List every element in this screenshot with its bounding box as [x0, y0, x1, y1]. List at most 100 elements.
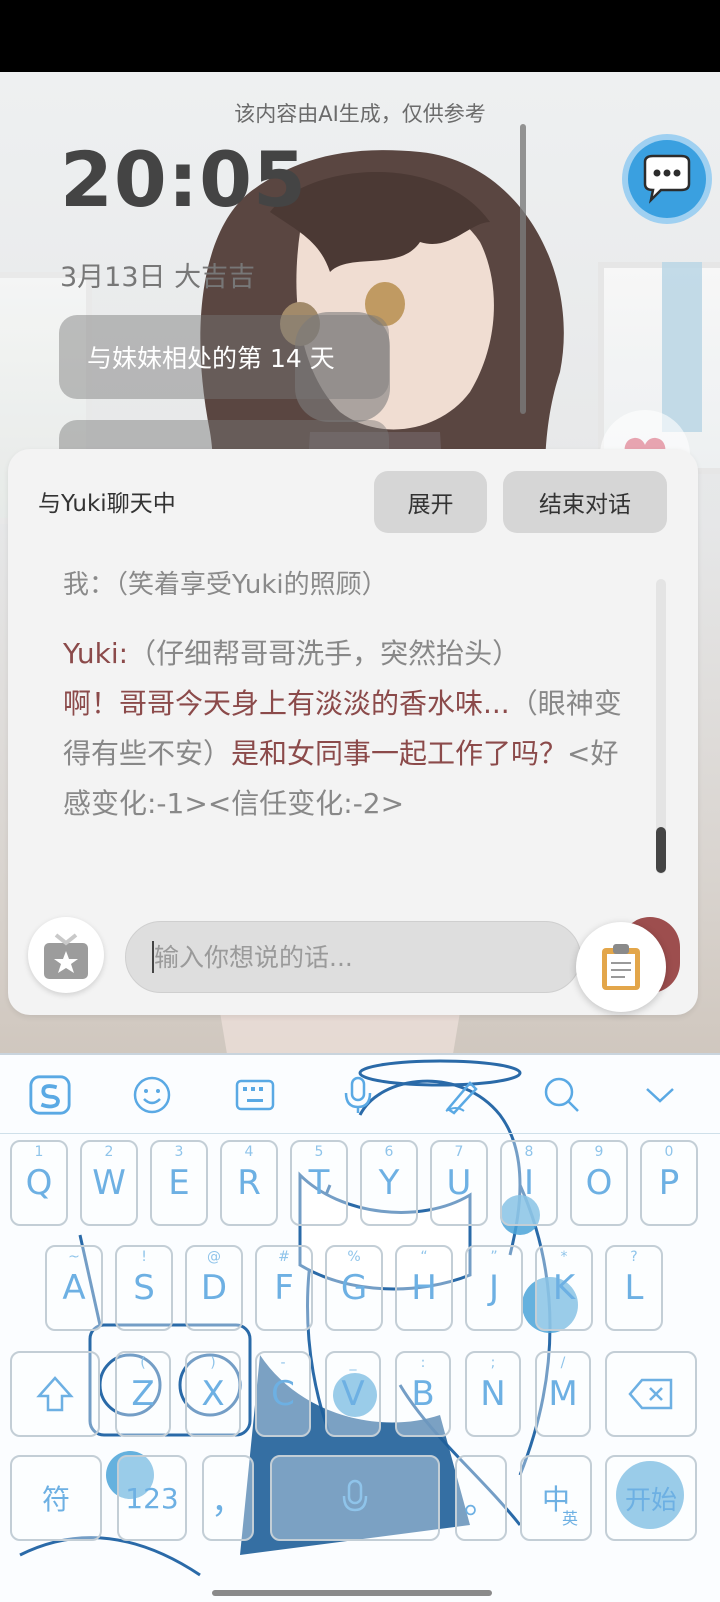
enter-key-label: 开始	[624, 1485, 677, 1516]
key-hint: %	[347, 1249, 361, 1265]
key-hint: 7	[454, 1144, 464, 1160]
chevron-down-icon[interactable]	[638, 1073, 682, 1117]
handwriting-icon[interactable]	[440, 1073, 484, 1117]
key-r[interactable]: 4R	[220, 1140, 278, 1226]
key-label: W	[92, 1163, 126, 1203]
key-label: O	[585, 1163, 613, 1203]
key-m[interactable]: / M	[535, 1351, 591, 1437]
key-l[interactable]: ? L	[605, 1245, 663, 1331]
key-hint: )	[210, 1355, 216, 1371]
keyboard: 1Q2W3E4R5T6Y7U8I9O0P ~ A! S @ D # F% G “H” J * K? L …	[0, 1053, 720, 1602]
key-hint: (	[140, 1355, 146, 1371]
chat-message: Yuki:（仔细帮哥哥洗手，突然抬头） 啊！哥哥今天身上有淡淡的香水味...（眼…	[63, 629, 638, 829]
key-label: X	[201, 1374, 225, 1414]
message-speech: 啊！哥哥今天身上有淡淡的香水味...	[63, 687, 510, 720]
chat-bubble-button[interactable]	[628, 140, 706, 218]
symbol-key[interactable]: 符	[10, 1455, 102, 1541]
key-e[interactable]: 3E	[150, 1140, 208, 1226]
message-input[interactable]	[125, 921, 581, 993]
key-t[interactable]: 5T	[290, 1140, 348, 1226]
key-f[interactable]: # F	[255, 1245, 313, 1331]
space-key[interactable]	[270, 1455, 440, 1541]
key-label: J	[488, 1268, 500, 1308]
key-a[interactable]: ~ A	[45, 1245, 103, 1331]
key-label: G	[340, 1268, 368, 1308]
search-icon[interactable]	[540, 1073, 584, 1117]
key-p[interactable]: 0P	[640, 1140, 698, 1226]
key-w[interactable]: 2W	[80, 1140, 138, 1226]
language-switch-key[interactable]: 中 英	[520, 1455, 592, 1541]
key-c[interactable]: -C	[255, 1351, 311, 1437]
key-hint: *	[560, 1249, 568, 1265]
symbol-key-label: 符	[41, 1483, 70, 1516]
enter-key[interactable]: 开始	[605, 1455, 697, 1541]
shift-key[interactable]	[10, 1351, 100, 1437]
sogou-logo-icon[interactable]	[28, 1073, 72, 1117]
key-b[interactable]: :B	[395, 1351, 451, 1437]
key-hint: /	[560, 1355, 566, 1371]
comma-key[interactable]: ，	[202, 1455, 254, 1541]
key-h[interactable]: “H	[395, 1245, 453, 1331]
shift-arrow-icon	[36, 1376, 74, 1412]
key-hint: 2	[104, 1144, 114, 1160]
voice-icon[interactable]	[336, 1073, 380, 1117]
key-y[interactable]: 6Y	[360, 1140, 418, 1226]
key-z[interactable]: (Z	[115, 1351, 171, 1437]
key-d[interactable]: @ D	[185, 1245, 243, 1331]
key-label: V	[341, 1374, 365, 1414]
home-indicator[interactable]	[212, 1590, 492, 1596]
days-together-label: 与妹妹相处的第 14 天	[87, 344, 335, 373]
key-label: M	[548, 1374, 578, 1414]
status-bar	[0, 0, 720, 72]
key-label: D	[200, 1268, 228, 1308]
clipboard-button[interactable]	[576, 922, 666, 1012]
ai-disclaimer: 该内容由AI生成，仅供参考	[234, 102, 486, 126]
key-hint: ”	[490, 1249, 498, 1265]
key-k[interactable]: * K	[535, 1245, 593, 1331]
key-label: Z	[131, 1374, 155, 1414]
key-label: Y	[378, 1163, 400, 1203]
keyboard-layout-icon[interactable]	[233, 1073, 277, 1117]
key-hint: 3	[174, 1144, 184, 1160]
comma-key-label: ，	[211, 1481, 245, 1522]
key-i[interactable]: 8I	[500, 1140, 558, 1226]
key-hint: :	[420, 1355, 426, 1371]
key-label: E	[168, 1163, 190, 1203]
microphone-icon	[342, 1479, 368, 1512]
period-key-label: 。	[464, 1481, 498, 1522]
key-label: K	[552, 1268, 576, 1308]
key-u[interactable]: 7U	[430, 1140, 488, 1226]
backspace-key[interactable]	[605, 1351, 697, 1437]
expand-button[interactable]: 展开	[374, 471, 487, 533]
key-hint: 1	[34, 1144, 44, 1160]
key-x[interactable]: ) X	[185, 1351, 241, 1437]
key-label: U	[446, 1163, 472, 1203]
emoji-icon[interactable]	[130, 1073, 174, 1117]
key-g[interactable]: % G	[325, 1245, 383, 1331]
chat-messages[interactable]: 我：（笑着享受Yuki的照顾） Yuki:（仔细帮哥哥洗手，突然抬头） 啊！哥哥…	[8, 569, 698, 889]
key-n[interactable]: ; N	[465, 1351, 521, 1437]
period-key[interactable]: 。	[455, 1455, 507, 1541]
key-label: N	[480, 1374, 506, 1414]
backspace-icon	[628, 1378, 673, 1410]
chat-scroll-thumb[interactable]	[656, 827, 666, 873]
key-q[interactable]: 1Q	[10, 1140, 68, 1226]
key-j[interactable]: ” J	[465, 1245, 523, 1331]
text-caret	[152, 941, 154, 973]
key-label: S	[133, 1268, 155, 1308]
gift-button[interactable]	[28, 917, 104, 993]
key-hint: -	[280, 1355, 286, 1371]
numeric-key[interactable]: 123	[117, 1455, 187, 1541]
end-conversation-button[interactable]: 结束对话	[503, 471, 667, 533]
chat-bubble-icon	[643, 154, 691, 204]
key-o[interactable]: 9O	[570, 1140, 628, 1226]
date-line: 3月13日 大吉吉	[60, 262, 256, 293]
previous-message: 我：（笑着享受Yuki的照顾）	[63, 570, 388, 600]
chat-title: 与Yuki聊天中	[38, 491, 176, 517]
key-v[interactable]: _ V	[325, 1351, 381, 1437]
key-s[interactable]: ! S	[115, 1245, 173, 1331]
key-hint: “	[420, 1249, 428, 1265]
key-label: C	[271, 1374, 295, 1414]
key-hint: 4	[244, 1144, 254, 1160]
message-speech: 是和女同事一起工作了吗？	[231, 737, 568, 770]
